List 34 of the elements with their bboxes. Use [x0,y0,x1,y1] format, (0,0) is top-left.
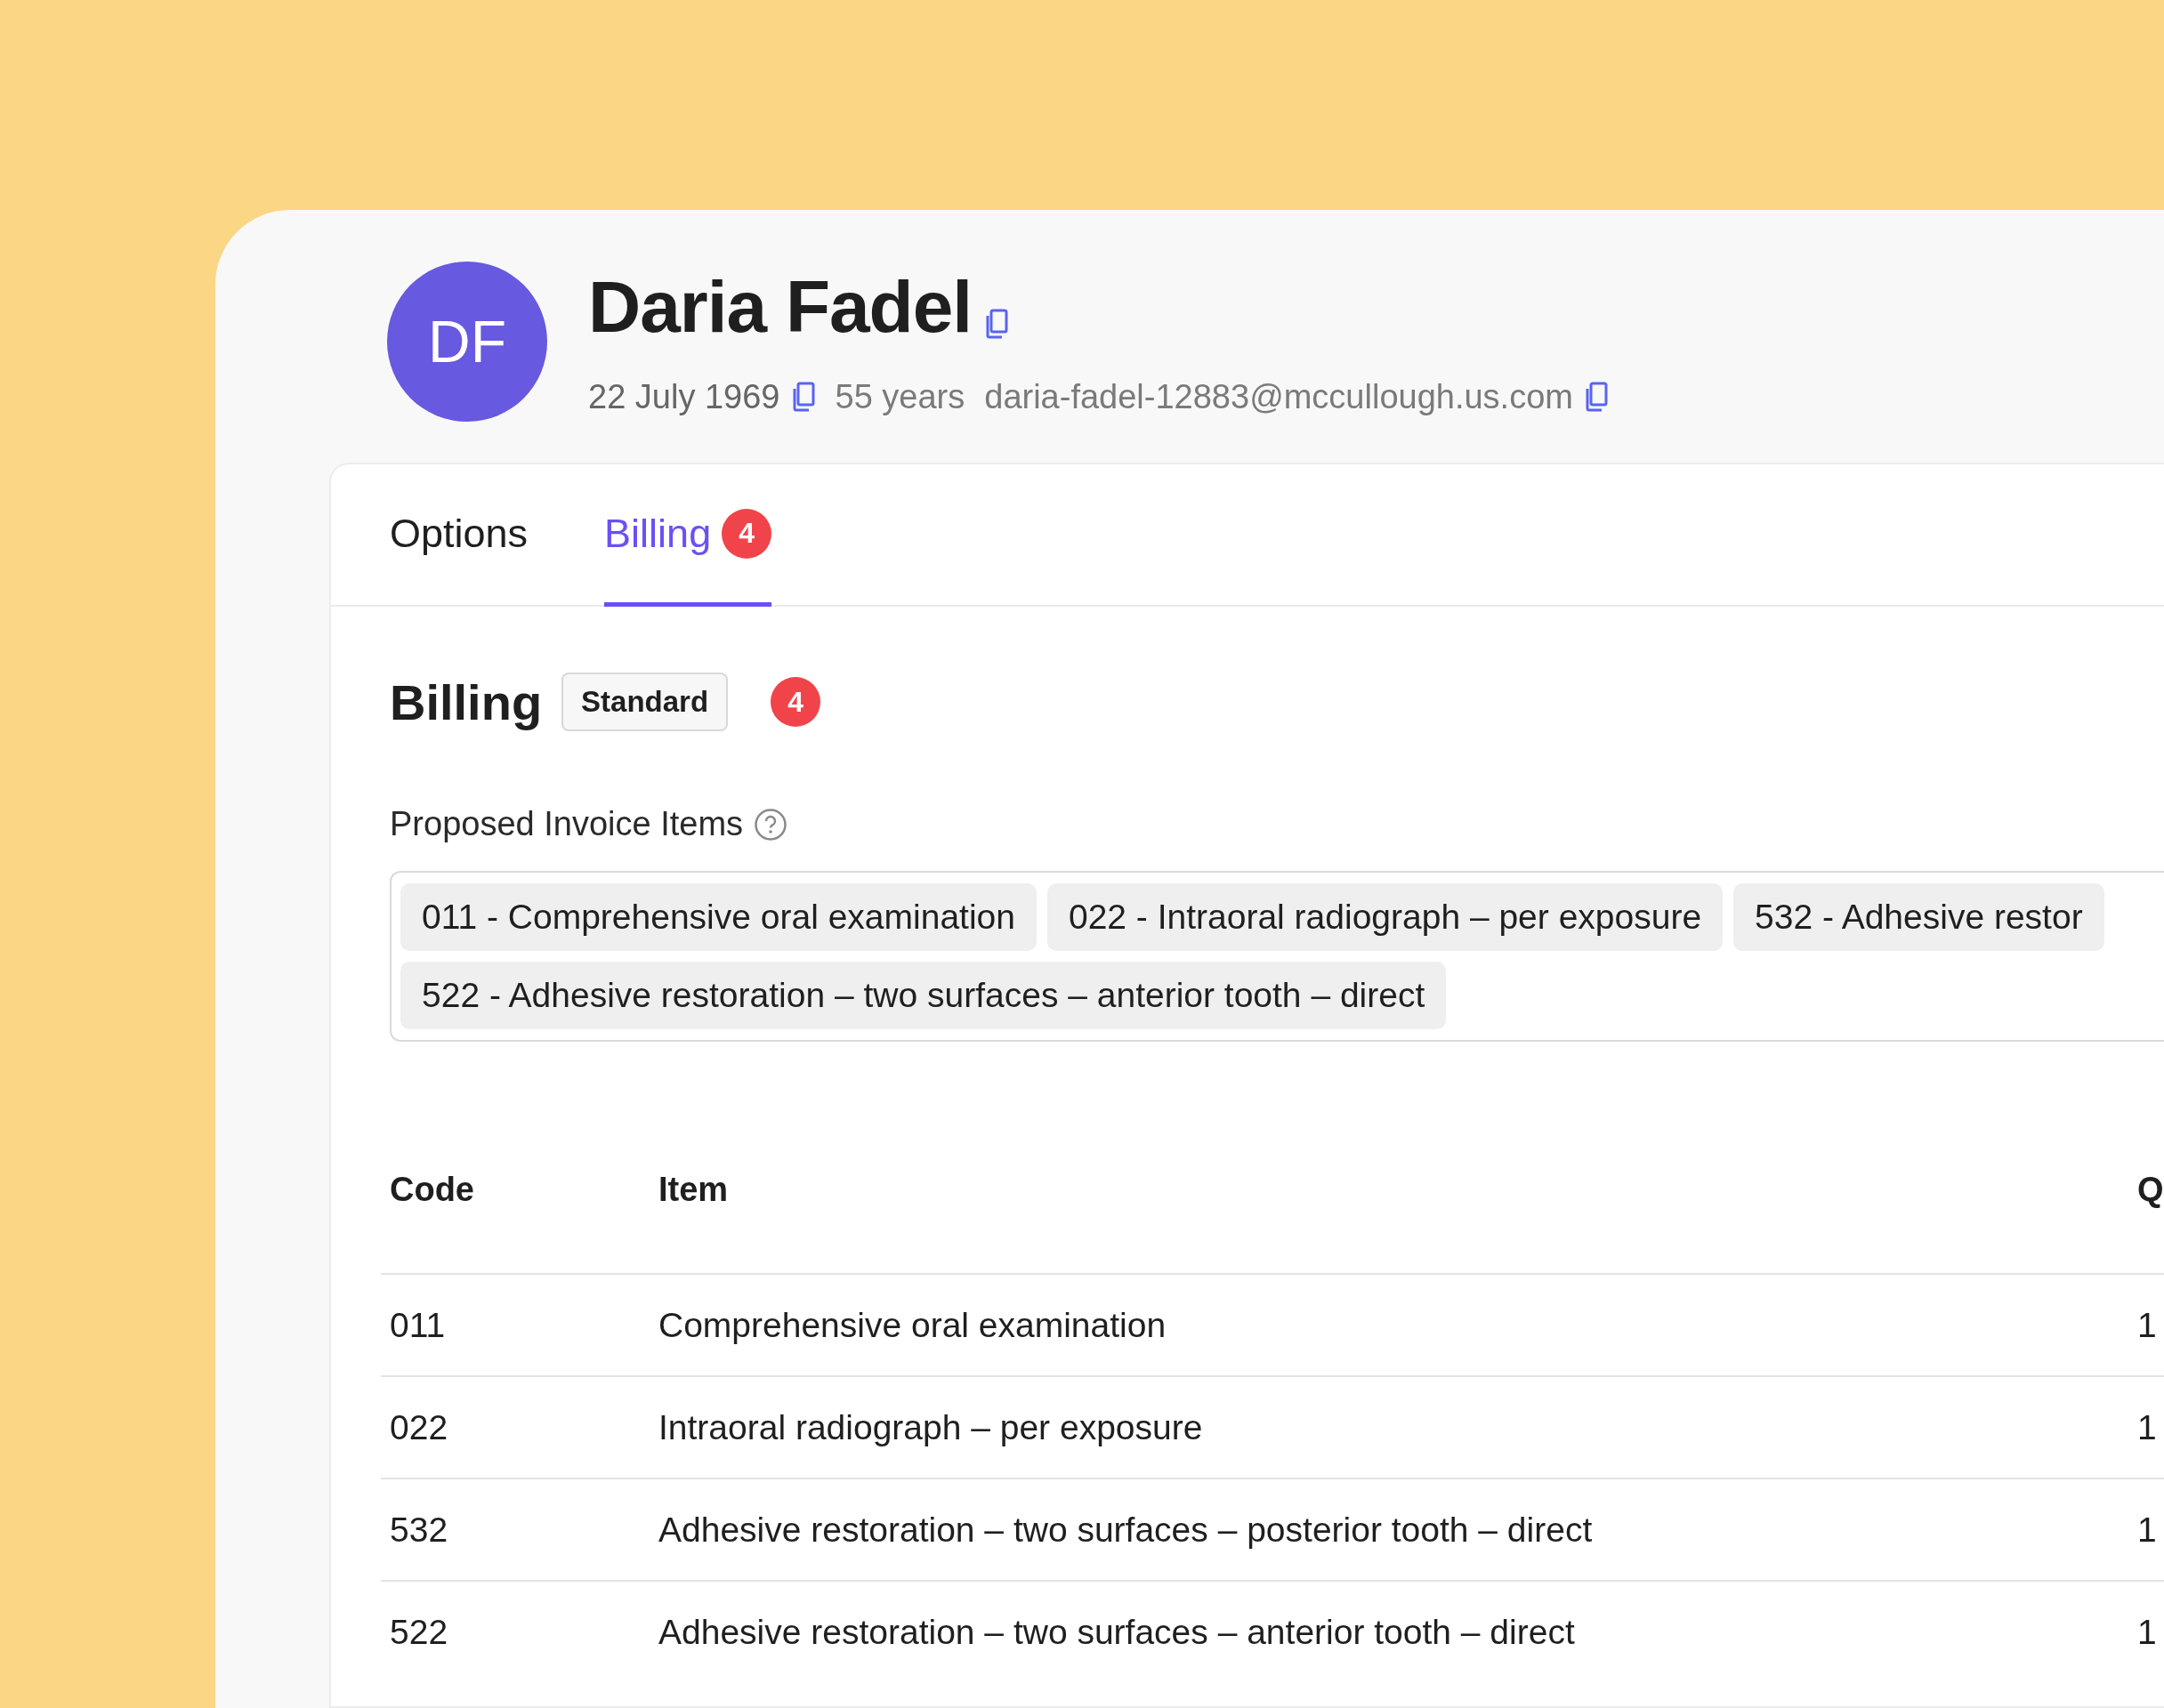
help-icon[interactable] [754,807,788,842]
patient-name: Daria Fadel [588,267,973,348]
field-label: Proposed Invoice Items [390,805,744,843]
item-chip: 011 - Comprehensive oral examination [400,883,1037,951]
copy-icon[interactable] [984,308,1010,339]
item-chip: 532 - Adhesive restor [1733,883,2104,951]
table-cell: Comprehensive oral examination [658,1305,1167,1345]
column-header: Code [390,1170,474,1209]
email-address: daria-fadel-12883@mccullough.us.com [984,377,1573,416]
avatar: DF [387,262,547,422]
section-title: Billing [390,673,543,731]
patient-age: 55 years [835,377,965,416]
table-cell: 1 [2137,1612,2157,1652]
table-cell: 532 [390,1510,448,1550]
table-cell: 1 [2137,1510,2157,1550]
tab[interactable]: Billing 4 [604,464,772,607]
birth-date: 22 July 1969 [588,377,780,416]
table-cell: 011 [390,1305,446,1345]
column-header: Q [2137,1170,2164,1209]
table-cell: Adhesive restoration – two surfaces – posterior tooth – direct [658,1510,1593,1550]
table-cell: 022 [390,1407,448,1447]
count-badge: 4 [722,508,772,559]
item-chip: 522 - Adhesive restoration – two surfaces – anterior tooth – direct [400,962,1447,1029]
table-cell: 522 [390,1612,448,1652]
plan-tag: Standard [561,673,729,731]
item-chip: 022 - Intraoral radiograph – per exposure [1046,883,1724,951]
count-badge: 4 [771,677,821,727]
table-cell: Adhesive restoration – two surfaces – anterior tooth – direct [658,1612,1575,1652]
tags-field[interactable]: 011 - Comprehensive oral examination 022 - Intraoral radiograph – per exposure 532 - Adhesive restor 522 - Adhesive restoration – two surfaces – anterior tooth – direct [390,871,2164,1042]
table-cell: 1 [2137,1407,2157,1447]
tab[interactable]: Options [390,464,529,607]
table-cell: Intraoral radiograph – per exposure [658,1407,1203,1447]
table-cell: 1 [2137,1305,2157,1345]
column-header: Item [658,1170,729,1209]
